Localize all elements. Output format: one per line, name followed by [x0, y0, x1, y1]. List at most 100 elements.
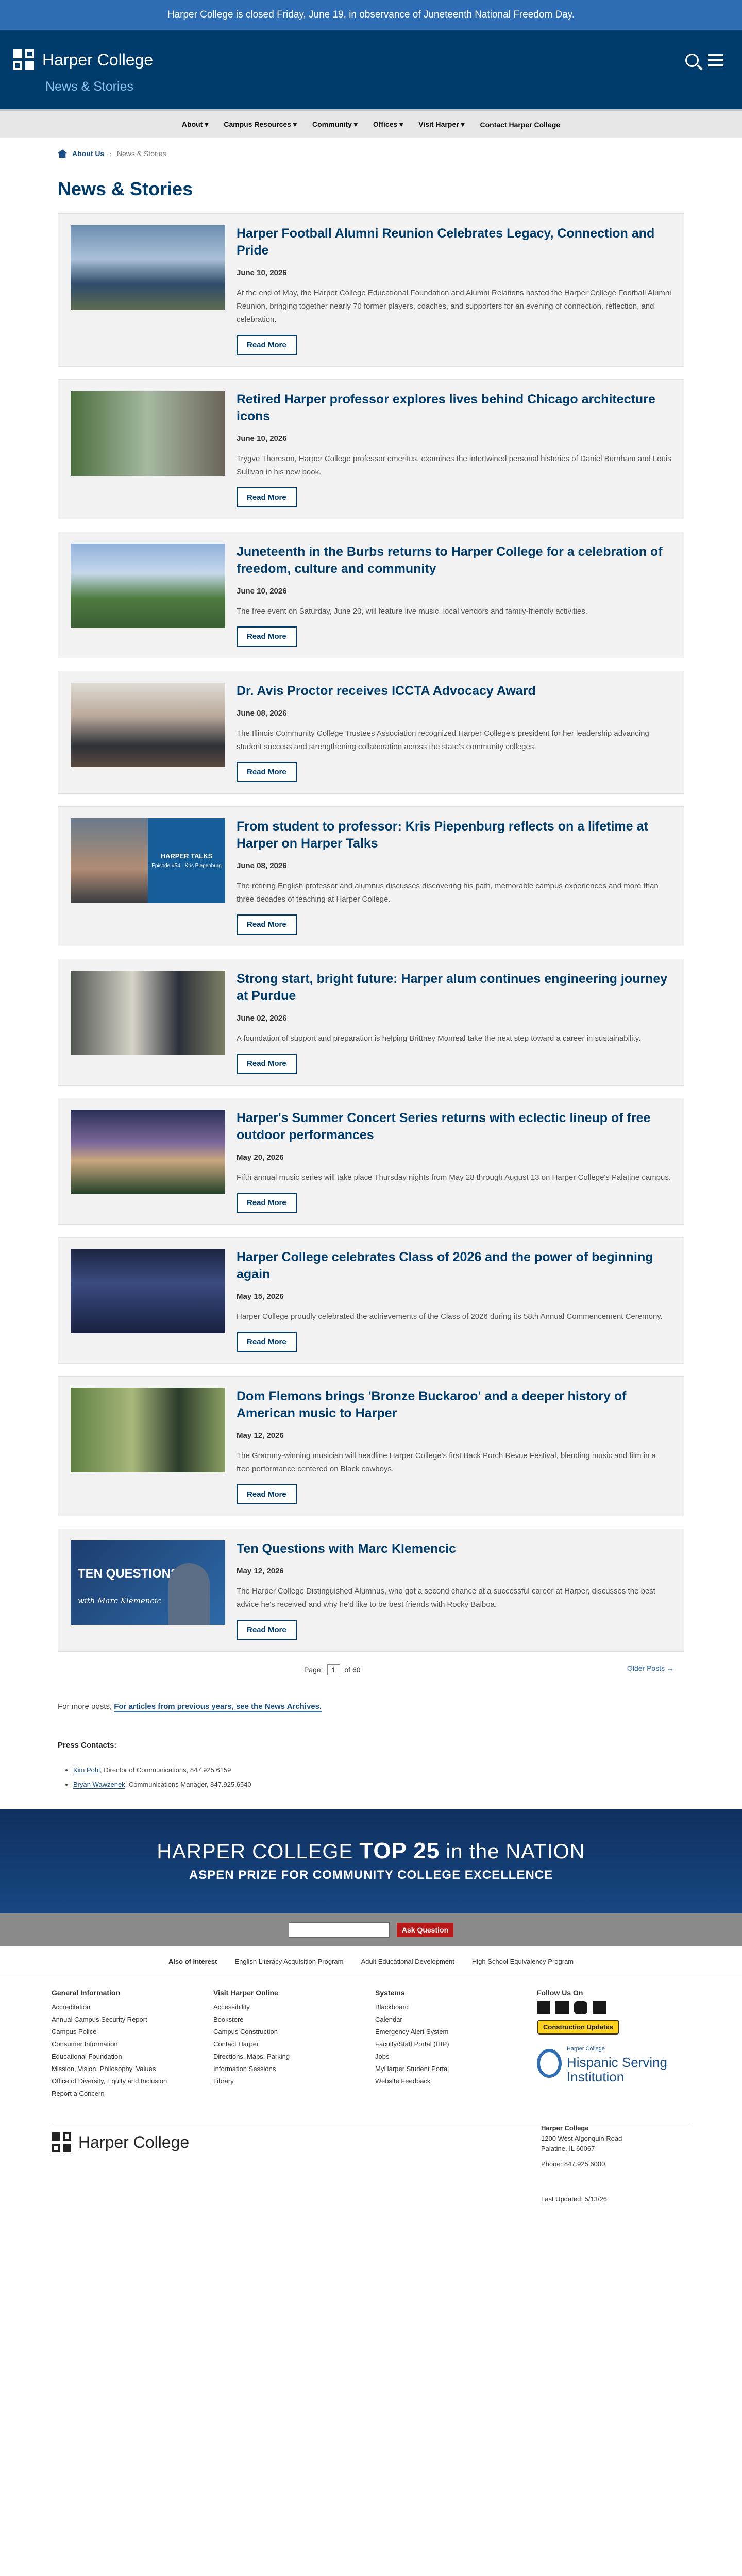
post-excerpt: The Grammy-winning musician will headlin…	[237, 1451, 656, 1473]
footer-link[interactable]: Office of Diversity, Equity and Inclusio…	[52, 2077, 167, 2085]
also-link[interactable]: Adult Educational Development	[361, 1958, 454, 1965]
footer-link[interactable]: Annual Campus Security Report	[52, 2015, 147, 2023]
post-title[interactable]: From student to professor: Kris Piepenbu…	[237, 818, 671, 852]
ask-question-button[interactable]: Ask Question	[396, 1923, 454, 1937]
hsi-text: Hispanic Serving Institution	[566, 2055, 668, 2084]
alert-text: Harper College is closed Friday, June 19…	[167, 9, 575, 20]
post-image[interactable]	[71, 225, 225, 310]
press-contact-link[interactable]: Kim Pohl	[73, 1766, 100, 1774]
footer-link[interactable]: Website Feedback	[375, 2077, 430, 2085]
footer-link[interactable]: Campus Construction	[213, 2028, 278, 2036]
post-card: Dom Flemons brings 'Bronze Buckaroo' and…	[58, 1376, 684, 1516]
footer-link[interactable]: Consumer Information	[52, 2040, 118, 2048]
linkedin-icon[interactable]	[593, 2001, 606, 2014]
post-title[interactable]: Strong start, bright future: Harper alum…	[237, 971, 671, 1005]
press-contact-link[interactable]: Bryan Wawzenek	[73, 1781, 125, 1789]
post-image[interactable]	[71, 683, 225, 767]
page-label: Page:	[304, 1666, 323, 1674]
post-image[interactable]	[71, 971, 225, 1055]
footer-link[interactable]: Emergency Alert System	[375, 2028, 448, 2036]
nav-community[interactable]: Community ▾	[312, 120, 358, 129]
aspen-banner[interactable]: HARPER COLLEGE TOP 25 in the NATION ASPE…	[0, 1809, 742, 1913]
footer-link[interactable]: Jobs	[375, 2053, 389, 2060]
footer-logo-link[interactable]: Harper College	[52, 2132, 189, 2152]
footer-link[interactable]: Accessibility	[213, 2003, 250, 2011]
nav-visit-harper[interactable]: Visit Harper ▾	[418, 120, 464, 129]
also-link[interactable]: High School Equivalency Program	[472, 1958, 574, 1965]
site-name-link[interactable]: News & Stories	[45, 79, 133, 94]
post-image[interactable]	[71, 1110, 225, 1194]
footer-bottom: Harper College Harper College 1200 West …	[52, 2123, 690, 2215]
read-more-button[interactable]: Read More	[237, 335, 297, 355]
footer-link[interactable]: Campus Police	[52, 2028, 96, 2036]
post-image[interactable]	[71, 391, 225, 476]
footer-link[interactable]: Faculty/Staff Portal (HIP)	[375, 2040, 449, 2048]
footer-link[interactable]: Directions, Maps, Parking	[213, 2053, 290, 2060]
nav-offices[interactable]: Offices ▾	[373, 120, 403, 129]
construction-updates-button[interactable]: Construction Updates	[537, 2020, 619, 2035]
page-input[interactable]: 1	[327, 1664, 341, 1675]
news-archives-link[interactable]: For articles from previous years, see th…	[114, 1702, 322, 1712]
nav-contact[interactable]: Contact Harper College	[480, 121, 560, 129]
post-card: Dr. Avis Proctor receives ICCTA Advocacy…	[58, 671, 684, 794]
post-card: Retired Harper professor explores lives …	[58, 379, 684, 519]
footer-link[interactable]: Information Sessions	[213, 2065, 276, 2073]
read-more-button[interactable]: Read More	[237, 626, 297, 647]
post-image[interactable]	[71, 544, 225, 628]
post-title[interactable]: Harper College celebrates Class of 2026 …	[237, 1249, 671, 1283]
x-twitter-icon[interactable]	[555, 2001, 569, 2014]
search-icon[interactable]	[685, 54, 699, 67]
post-image[interactable]	[71, 1388, 225, 1472]
read-more-button[interactable]: Read More	[237, 487, 297, 507]
footer-link[interactable]: Library	[213, 2077, 234, 2085]
press-contact-role: , Communications Manager, 847.925.6540	[125, 1781, 251, 1788]
footer-link[interactable]: Accreditation	[52, 2003, 90, 2011]
post-list: Harper Football Alumni Reunion Celebrate…	[58, 213, 684, 1652]
address-phone[interactable]: Phone: 847.925.6000	[541, 2159, 622, 2170]
footer-link[interactable]: Educational Foundation	[52, 2053, 122, 2060]
menu-icon[interactable]	[708, 54, 723, 66]
footer-link[interactable]: Calendar	[375, 2015, 402, 2023]
post-date: May 12, 2026	[237, 1567, 284, 1575]
read-more-button[interactable]: Read More	[237, 1620, 297, 1640]
hsi-logo-icon	[537, 2049, 562, 2078]
read-more-button[interactable]: Read More	[237, 914, 297, 935]
home-icon[interactable]	[58, 149, 67, 158]
post-image[interactable]	[71, 1249, 225, 1333]
post-title[interactable]: Dom Flemons brings 'Bronze Buckaroo' and…	[237, 1388, 671, 1422]
breadcrumb-about[interactable]: About Us	[72, 149, 104, 158]
post-image[interactable]: TEN QUESTIONS with Marc Klemencic	[71, 1540, 225, 1625]
footer-link[interactable]: Blackboard	[375, 2003, 409, 2011]
read-more-button[interactable]: Read More	[237, 1332, 297, 1352]
portrait-icon	[168, 1563, 210, 1625]
footer-link[interactable]: Bookstore	[213, 2015, 244, 2023]
footer-link[interactable]: MyHarper Student Portal	[375, 2065, 449, 2073]
post-excerpt: The retiring English professor and alumn…	[237, 882, 659, 904]
post-title[interactable]: Ten Questions with Marc Klemencic	[237, 1540, 671, 1557]
read-more-button[interactable]: Read More	[237, 1193, 297, 1213]
ask-input[interactable]	[288, 1922, 390, 1938]
post-title[interactable]: Juneteenth in the Burbs returns to Harpe…	[237, 544, 671, 578]
footer-link[interactable]: Mission, Vision, Philosophy, Values	[52, 2065, 156, 2073]
also-link[interactable]: English Literacy Acquisition Program	[234, 1958, 343, 1965]
post-title[interactable]: Harper Football Alumni Reunion Celebrate…	[237, 225, 671, 259]
nav-about[interactable]: About ▾	[182, 120, 208, 129]
harper-talks-title: HARPER TALKS	[160, 852, 213, 860]
post-title[interactable]: Dr. Avis Proctor receives ICCTA Advocacy…	[237, 683, 671, 700]
facebook-icon[interactable]	[537, 2001, 550, 2014]
home-logo-link[interactable]: Harper College	[13, 49, 153, 70]
read-more-button[interactable]: Read More	[237, 1484, 297, 1504]
nav-campus-resources[interactable]: Campus Resources ▾	[224, 120, 297, 129]
footer-link[interactable]: Contact Harper	[213, 2040, 259, 2048]
post-title[interactable]: Retired Harper professor explores lives …	[237, 391, 671, 425]
footer-link[interactable]: Report a Concern	[52, 2090, 105, 2097]
instagram-icon[interactable]	[574, 2001, 587, 2014]
also-of-interest: Also of Interest English Literacy Acquis…	[0, 1946, 742, 1977]
post-image[interactable]: HARPER TALKS Episode #54 · Kris Piepenbur…	[71, 818, 225, 903]
older-posts-link[interactable]: Older Posts →	[627, 1664, 674, 1672]
post-title[interactable]: Harper's Summer Concert Series returns w…	[237, 1110, 671, 1144]
post-excerpt: The free event on Saturday, June 20, wil…	[237, 607, 587, 616]
read-more-button[interactable]: Read More	[237, 1054, 297, 1074]
address-line1: 1200 West Algonquin Road	[541, 2134, 622, 2142]
read-more-button[interactable]: Read More	[237, 762, 297, 782]
